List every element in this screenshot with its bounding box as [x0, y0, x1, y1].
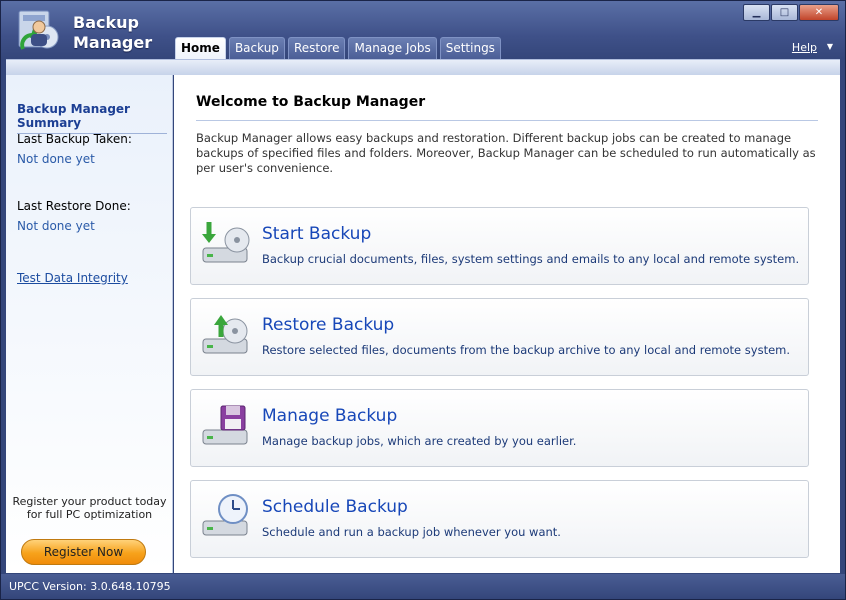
- last-backup-label: Last Backup Taken:: [17, 132, 132, 146]
- title-bar: Backup Manager Home Backup Restore Manag…: [1, 1, 845, 60]
- manage-backup-icon: [202, 405, 248, 445]
- header-band: [6, 59, 840, 75]
- main-panel: Welcome to Backup Manager Backup Manager…: [174, 75, 840, 573]
- manage-backup-desc: Manage backup jobs, which are created by…: [262, 434, 577, 448]
- promo-line1: Register your product today: [12, 495, 167, 508]
- test-data-integrity-link[interactable]: Test Data Integrity: [17, 271, 128, 285]
- maximize-button[interactable]: □: [771, 4, 798, 21]
- restore-backup-card[interactable]: Restore Backup Restore selected files, d…: [190, 298, 809, 376]
- tab-manage-jobs[interactable]: Manage Jobs: [348, 37, 437, 59]
- tab-restore[interactable]: Restore: [287, 37, 346, 59]
- minimize-button[interactable]: ▁: [743, 4, 770, 21]
- window-controls: ▁ □ ✕: [743, 4, 839, 21]
- start-backup-icon: [202, 222, 250, 263]
- last-restore-value: Not done yet: [17, 219, 95, 233]
- restore-backup-icon: [202, 315, 248, 354]
- status-bar: UPCC Version: 3.0.648.10795: [1, 574, 845, 599]
- start-backup-title: Start Backup: [262, 224, 372, 244]
- app-title-line1: Backup: [73, 13, 139, 32]
- backup-manager-logo-icon: [18, 10, 59, 50]
- schedule-backup-title: Schedule Backup: [262, 497, 408, 517]
- schedule-backup-desc: Schedule and run a backup job whenever y…: [262, 525, 561, 539]
- help-dropdown-icon[interactable]: ▼: [827, 42, 833, 51]
- promo-line2: for full PC optimization: [26, 508, 153, 521]
- page-description: Backup Manager allows easy backups and r…: [196, 131, 816, 175]
- tab-backup[interactable]: Backup: [228, 37, 285, 59]
- app-title-line2: Manager: [73, 33, 153, 52]
- restore-backup-desc: Restore selected files, documents from t…: [262, 343, 791, 357]
- summary-title: Backup Manager Summary: [17, 102, 167, 134]
- close-button[interactable]: ✕: [799, 4, 839, 21]
- manage-backup-card[interactable]: Manage Backup Manage backup jobs, which …: [190, 389, 809, 467]
- app-title: Backup Manager: [73, 13, 152, 53]
- app-window: Backup Manager Home Backup Restore Manag…: [0, 0, 846, 600]
- start-backup-desc: Backup crucial documents, files, system …: [262, 252, 800, 266]
- schedule-backup-card[interactable]: Schedule Backup Schedule and run a backu…: [190, 480, 809, 558]
- page-title: Welcome to Backup Manager: [196, 94, 426, 110]
- register-promo: Register your product today for full PC …: [6, 495, 173, 521]
- register-now-button[interactable]: Register Now: [21, 539, 146, 565]
- help-link[interactable]: Help: [792, 41, 817, 54]
- manage-backup-title: Manage Backup: [262, 406, 398, 426]
- summary-sidebar: Backup Manager Summary Last Backup Taken…: [6, 75, 173, 573]
- tab-settings[interactable]: Settings: [439, 37, 501, 59]
- schedule-backup-icon: [202, 494, 248, 536]
- last-backup-value: Not done yet: [17, 152, 95, 166]
- title-divider: [196, 120, 818, 121]
- restore-backup-title: Restore Backup: [262, 315, 395, 335]
- last-restore-label: Last Restore Done:: [17, 199, 131, 213]
- main-tabs: Home Backup Restore Manage Jobs Settings: [175, 37, 501, 60]
- tab-home[interactable]: Home: [175, 37, 226, 60]
- start-backup-card[interactable]: Start Backup Backup crucial documents, f…: [190, 207, 809, 285]
